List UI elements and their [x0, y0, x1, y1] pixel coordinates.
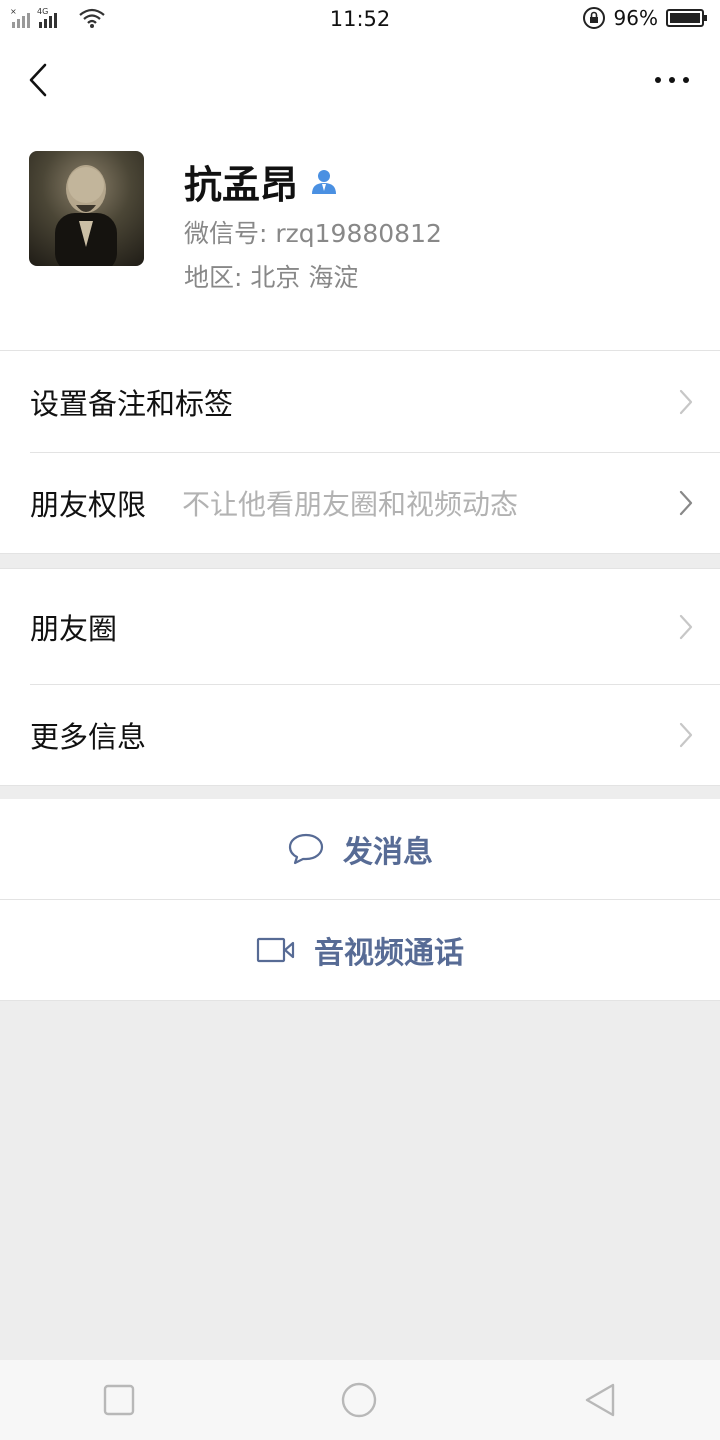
- navigation-bar: [0, 38, 720, 122]
- video-call-button[interactable]: 音视频通话: [0, 900, 720, 1000]
- remark-tags-row[interactable]: 设置备注和标签: [0, 351, 720, 452]
- wechat-id: 微信号: rzq19880812: [184, 219, 442, 248]
- battery-icon: [666, 9, 707, 27]
- send-message-label: 发消息: [343, 835, 433, 870]
- divider: [0, 1000, 720, 1001]
- back-button[interactable]: [20, 60, 56, 100]
- chevron-right-icon: [679, 490, 693, 515]
- chat-bubble-icon: [288, 833, 324, 865]
- chevron-right-icon: [679, 614, 693, 639]
- status-bar: × 4G 11:52 96%: [0, 0, 720, 38]
- profile-name: 抗孟昂: [184, 163, 299, 207]
- name-row: 抗孟昂: [184, 154, 338, 209]
- chevron-right-icon: [679, 389, 693, 414]
- system-navigation-bar: [0, 1360, 720, 1440]
- more-info-label: 更多信息: [30, 719, 147, 754]
- back-triangle-icon[interactable]: [583, 1382, 617, 1418]
- send-message-button[interactable]: 发消息: [0, 799, 720, 899]
- more-info-row[interactable]: 更多信息: [0, 684, 720, 785]
- moments-row[interactable]: 朋友圈: [0, 569, 720, 684]
- video-camera-icon: [256, 937, 295, 963]
- chevron-right-icon: [679, 722, 693, 747]
- region: 地区: 北京 海淀: [184, 263, 359, 292]
- friend-permission-label: 朋友权限: [30, 487, 147, 522]
- home-icon[interactable]: [340, 1381, 378, 1419]
- remark-tags-label: 设置备注和标签: [30, 386, 234, 421]
- video-call-label: 音视频通话: [314, 936, 464, 971]
- person-icon: [312, 169, 337, 194]
- status-right: 96%: [582, 6, 708, 30]
- settings-group: 设置备注和标签 朋友权限 不让他看朋友圈和视频动态: [0, 350, 720, 554]
- profile-header: 抗孟昂 微信号: rzq19880812 地区: 北京 海淀: [0, 122, 720, 350]
- chevron-left-icon: [29, 63, 47, 97]
- more-dots-icon: [655, 77, 689, 83]
- moments-label: 朋友圈: [30, 611, 118, 646]
- friend-permission-value: 不让他看朋友圈和视频动态: [182, 487, 519, 521]
- avatar-image: [55, 165, 117, 266]
- more-button[interactable]: [652, 60, 692, 100]
- rotation-lock-icon: [582, 7, 605, 29]
- recent-apps-icon[interactable]: [103, 1384, 135, 1416]
- friend-permission-row[interactable]: 朋友权限 不让他看朋友圈和视频动态: [0, 452, 720, 553]
- battery-percent: 96%: [613, 6, 658, 30]
- avatar[interactable]: [29, 151, 144, 266]
- info-group: 朋友圈 更多信息: [0, 568, 720, 786]
